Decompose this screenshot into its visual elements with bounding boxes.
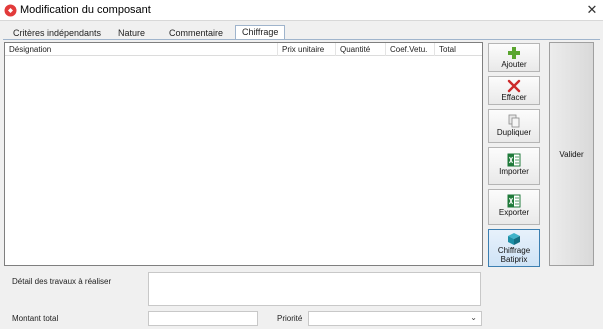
cube-icon xyxy=(508,233,520,245)
dialog-window: Modification du composant ✕ Critères ind… xyxy=(0,0,603,329)
delete-icon xyxy=(507,79,521,93)
effacer-label: Effacer xyxy=(501,93,527,102)
tab-chiffrage[interactable]: Chiffrage xyxy=(235,25,286,40)
priorite-label: Priorité xyxy=(277,314,303,323)
column-header-total[interactable]: Total xyxy=(435,43,482,56)
column-header-designation[interactable]: Désignation xyxy=(5,43,278,56)
tab-commentaire[interactable]: Commentaire xyxy=(169,26,223,40)
dupliquer-label: Dupliquer xyxy=(496,128,532,137)
excel-import-icon xyxy=(507,153,521,167)
grid-header: Désignation Prix unitaire Quantité Coef.… xyxy=(5,43,482,56)
detail-travaux-label: Détail des travaux à réaliser xyxy=(12,277,112,286)
exporter-label: Exporter xyxy=(498,208,530,217)
app-logo-icon xyxy=(4,4,17,17)
valider-button[interactable]: Valider xyxy=(549,42,594,266)
chiffrage-batiprix-button[interactable]: Chiffrage Batiprix xyxy=(488,229,540,267)
close-icon[interactable]: ✕ xyxy=(584,2,600,18)
importer-label: Importer xyxy=(499,167,529,176)
importer-button[interactable]: Importer xyxy=(488,147,540,185)
chiffrage-grid[interactable]: Désignation Prix unitaire Quantité Coef.… xyxy=(4,42,483,266)
window-title: Modification du composant xyxy=(20,4,151,16)
column-header-coef-vetu[interactable]: Coef.Vetu. xyxy=(386,43,435,56)
excel-export-icon xyxy=(507,194,521,208)
detail-travaux-field[interactable] xyxy=(148,272,481,306)
chiffrage-label: Chiffrage xyxy=(497,246,531,255)
ajouter-button[interactable]: Ajouter xyxy=(488,43,540,72)
title-bar: Modification du composant ✕ xyxy=(0,0,603,21)
montant-total-input[interactable] xyxy=(148,311,258,326)
tab-nature[interactable]: Nature xyxy=(118,26,145,40)
montant-total-label: Montant total xyxy=(12,314,59,323)
tab-criteres-independants[interactable]: Critères indépendants xyxy=(13,26,101,40)
priorite-select[interactable]: ⌄ xyxy=(308,311,482,326)
chevron-down-icon: ⌄ xyxy=(470,313,477,322)
effacer-button[interactable]: Effacer xyxy=(488,76,540,105)
ajouter-label: Ajouter xyxy=(501,60,527,69)
column-header-quantite[interactable]: Quantité xyxy=(336,43,386,56)
batiprix-label: Batiprix xyxy=(500,255,528,264)
column-header-prix-unitaire[interactable]: Prix unitaire xyxy=(278,43,336,56)
exporter-button[interactable]: Exporter xyxy=(488,189,540,225)
duplicate-icon xyxy=(508,114,520,128)
add-icon xyxy=(508,47,520,59)
dupliquer-button[interactable]: Dupliquer xyxy=(488,109,540,143)
